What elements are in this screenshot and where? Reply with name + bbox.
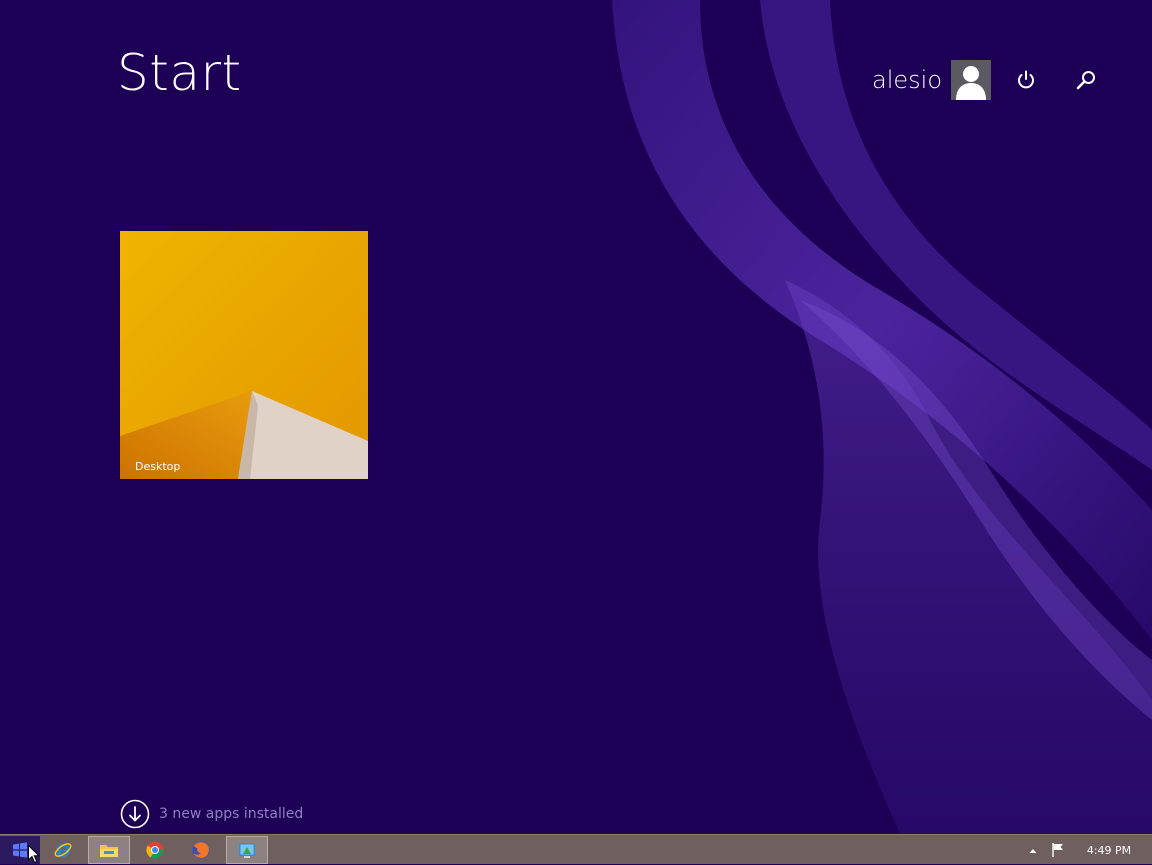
desktop-tile-label: Desktop	[135, 460, 181, 473]
windows-logo-icon	[13, 842, 27, 858]
internet-explorer-icon	[54, 843, 72, 857]
firefox-icon	[192, 841, 210, 859]
taskbar-file-explorer[interactable]	[88, 836, 130, 864]
chevron-up-icon[interactable]	[1026, 843, 1040, 857]
desktop-tile[interactable]: Desktop	[120, 231, 368, 479]
desktop-tile-wallpaper	[120, 231, 368, 479]
taskbar: 4:49 PM	[0, 834, 1152, 864]
user-account-button[interactable]: alesio	[872, 60, 991, 100]
user-name: alesio	[872, 66, 942, 94]
start-button[interactable]	[0, 836, 40, 864]
start-title: Start	[117, 44, 242, 102]
search-icon[interactable]	[1072, 66, 1100, 94]
taskbar-app[interactable]	[226, 836, 268, 864]
down-arrow-circle-icon	[120, 799, 150, 829]
power-icon[interactable]	[1012, 66, 1040, 94]
taskbar-clock[interactable]: 4:49 PM	[1080, 835, 1138, 865]
user-silhouette-icon	[951, 60, 991, 100]
new-apps-text: 3 new apps installed	[159, 806, 304, 822]
action-center-flag-icon[interactable]	[1049, 841, 1067, 859]
app-icon	[239, 843, 255, 858]
start-screen: Start alesio Desktop 3 new apps installe…	[0, 0, 1152, 834]
new-apps-link[interactable]: 3 new apps installed	[120, 798, 303, 830]
taskbar-internet-explorer[interactable]	[42, 836, 84, 864]
file-explorer-icon	[100, 845, 118, 857]
taskbar-firefox[interactable]	[180, 836, 222, 864]
chrome-icon	[146, 841, 164, 859]
taskbar-chrome[interactable]	[134, 836, 176, 864]
